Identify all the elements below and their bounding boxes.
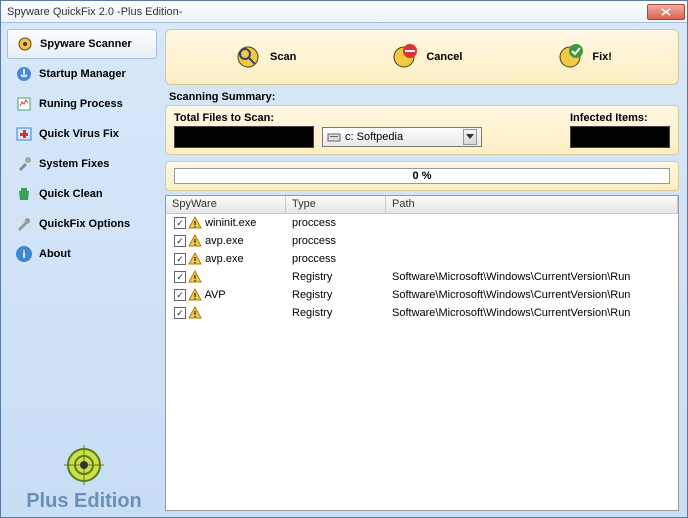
sidebar-label: Runing Process <box>39 98 123 110</box>
content-panel: Scan Cancel Fix! Scanning Summary: Total… <box>161 23 687 517</box>
row-name: wininit.exe <box>205 217 256 229</box>
infected-items-group: Infected Items: <box>570 112 670 148</box>
drive-icon <box>327 130 341 144</box>
brand-icon <box>61 442 107 488</box>
table-row[interactable]: wininit.exe proccess <box>166 214 678 232</box>
col-path[interactable]: Path <box>386 196 678 213</box>
row-type: Registry <box>286 307 386 319</box>
close-button[interactable] <box>647 4 685 20</box>
warning-icon <box>188 270 202 284</box>
fix-icon <box>554 41 586 73</box>
sidebar-label: Quick Clean <box>39 188 103 200</box>
results-grid: SpyWare Type Path wininit.exe proccess av… <box>165 195 679 511</box>
fix-label: Fix! <box>592 51 612 63</box>
title-bar: Spyware QuickFix 2.0 -Plus Edition- <box>1 1 687 23</box>
brand-text: Plus Edition <box>26 490 142 513</box>
fix-button[interactable]: Fix! <box>554 41 612 73</box>
row-type: Registry <box>286 271 386 283</box>
sidebar-item-quick-clean[interactable]: Quick Clean <box>7 179 157 209</box>
scan-icon <box>232 41 264 73</box>
row-type: proccess <box>286 253 386 265</box>
svg-text:i: i <box>22 249 25 261</box>
row-name: avp.exe <box>205 253 244 265</box>
tools-icon <box>15 155 33 173</box>
table-row[interactable]: RegistrySoftware\Microsoft\Windows\Curre… <box>166 304 678 322</box>
progress-panel: 0 % <box>165 161 679 191</box>
warning-icon <box>188 252 202 266</box>
table-row[interactable]: RegistrySoftware\Microsoft\Windows\Curre… <box>166 268 678 286</box>
table-row[interactable]: avp.exe proccess <box>166 250 678 268</box>
warning-icon <box>188 288 202 302</box>
row-path: Software\Microsoft\Windows\CurrentVersio… <box>386 271 678 283</box>
table-row[interactable]: AVP RegistrySoftware\Microsoft\Windows\Cu… <box>166 286 678 304</box>
drive-select-wrap: c: Softpedia <box>322 113 482 147</box>
row-checkbox[interactable] <box>174 217 186 229</box>
row-path: Software\Microsoft\Windows\CurrentVersio… <box>386 307 678 319</box>
sidebar-item-running-process[interactable]: Runing Process <box>7 89 157 119</box>
row-checkbox[interactable] <box>174 307 186 319</box>
total-files-group: Total Files to Scan: <box>174 112 314 148</box>
cancel-button[interactable]: Cancel <box>388 41 462 73</box>
wrench-icon <box>15 215 33 233</box>
virus-fix-icon <box>15 125 33 143</box>
sidebar: Spyware Scanner Startup Manager Runing P… <box>1 23 161 517</box>
warning-icon <box>188 234 202 248</box>
scan-label: Scan <box>270 51 296 63</box>
info-icon: i <box>15 245 33 263</box>
row-type: proccess <box>286 235 386 247</box>
clean-icon <box>15 185 33 203</box>
window-title: Spyware QuickFix 2.0 -Plus Edition- <box>3 6 647 18</box>
col-spyware[interactable]: SpyWare <box>166 196 286 213</box>
row-name: avp.exe <box>205 235 244 247</box>
sidebar-item-spyware-scanner[interactable]: Spyware Scanner <box>7 29 157 59</box>
col-type[interactable]: Type <box>286 196 386 213</box>
sidebar-item-startup-manager[interactable]: Startup Manager <box>7 59 157 89</box>
row-name: AVP <box>204 289 225 301</box>
progress-text: 0 % <box>413 170 432 182</box>
row-checkbox[interactable] <box>174 271 186 283</box>
progress-bar: 0 % <box>174 168 670 184</box>
sidebar-item-about[interactable]: i About <box>7 239 157 269</box>
sidebar-label: QuickFix Options <box>39 218 130 230</box>
cancel-icon <box>388 41 420 73</box>
scanning-summary-heading: Scanning Summary: <box>169 91 679 103</box>
total-files-label: Total Files to Scan: <box>174 112 314 124</box>
total-files-lcd <box>174 126 314 148</box>
row-checkbox[interactable] <box>174 235 186 247</box>
sidebar-label: About <box>39 248 71 260</box>
main-area: Spyware Scanner Startup Manager Runing P… <box>1 23 687 517</box>
drive-label: c: Softpedia <box>345 131 463 143</box>
sidebar-label: System Fixes <box>39 158 109 170</box>
cancel-label: Cancel <box>426 51 462 63</box>
row-checkbox[interactable] <box>174 289 186 301</box>
startup-icon <box>15 65 33 83</box>
table-row[interactable]: avp.exe proccess <box>166 232 678 250</box>
row-path: Software\Microsoft\Windows\CurrentVersio… <box>386 289 678 301</box>
sidebar-item-quickfix-options[interactable]: QuickFix Options <box>7 209 157 239</box>
row-checkbox[interactable] <box>174 253 186 265</box>
grid-body[interactable]: wininit.exe proccess avp.exe proccess avp.… <box>166 214 678 510</box>
warning-icon <box>188 216 202 230</box>
bug-scan-icon <box>16 35 34 53</box>
row-type: proccess <box>286 217 386 229</box>
infected-label: Infected Items: <box>570 112 670 124</box>
infected-lcd <box>570 126 670 148</box>
sidebar-item-quick-virus-fix[interactable]: Quick Virus Fix <box>7 119 157 149</box>
scan-button[interactable]: Scan <box>232 41 296 73</box>
toolbar: Scan Cancel Fix! <box>165 29 679 85</box>
grid-header: SpyWare Type Path <box>166 196 678 214</box>
sidebar-label: Spyware Scanner <box>40 38 132 50</box>
row-type: Registry <box>286 289 386 301</box>
chevron-down-icon <box>463 129 477 145</box>
brand-badge: Plus Edition <box>7 437 161 517</box>
sidebar-label: Startup Manager <box>39 68 126 80</box>
warning-icon <box>188 306 202 320</box>
drive-select[interactable]: c: Softpedia <box>322 127 482 147</box>
sidebar-label: Quick Virus Fix <box>39 128 119 140</box>
sidebar-item-system-fixes[interactable]: System Fixes <box>7 149 157 179</box>
process-icon <box>15 95 33 113</box>
summary-panel: Total Files to Scan: c: Softpedia Infect… <box>165 105 679 155</box>
